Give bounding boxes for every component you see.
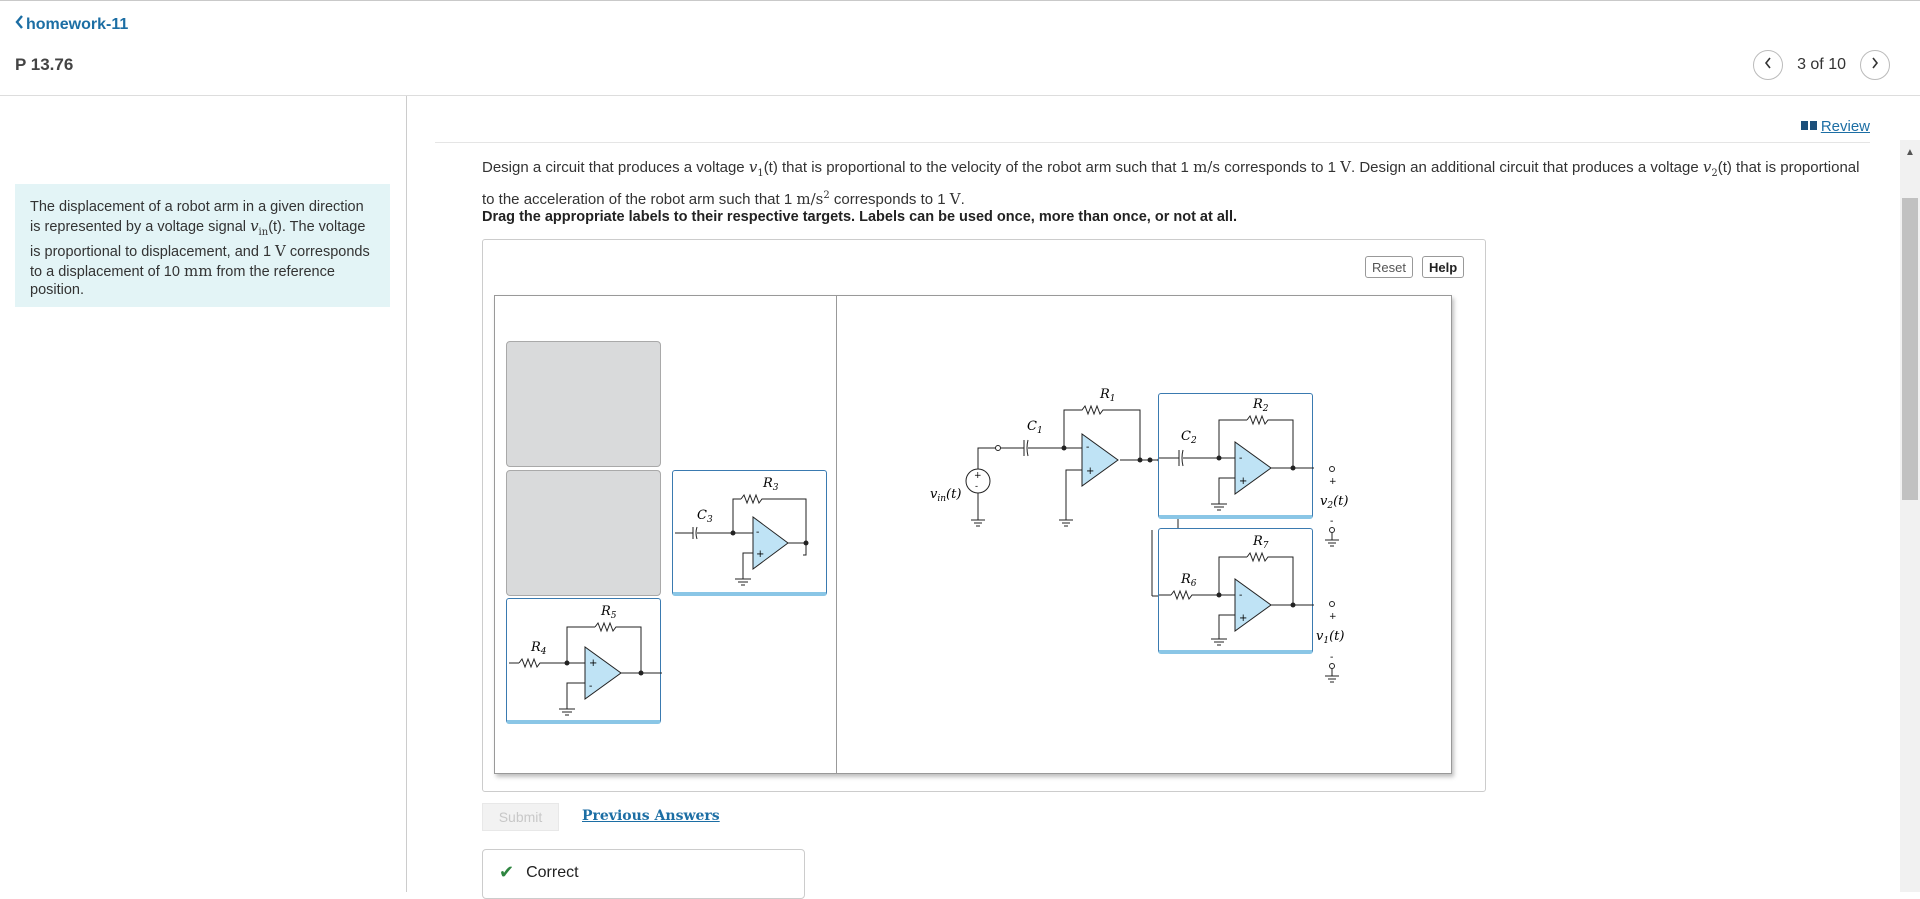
svg-text:-: - bbox=[1086, 442, 1089, 453]
pager: 3 of 10 bbox=[1753, 50, 1890, 80]
problem-intro: The displacement of a robot arm in a giv… bbox=[15, 184, 390, 307]
svg-text:+: + bbox=[1086, 466, 1094, 477]
svg-text:v2(t): v2(t) bbox=[1320, 494, 1348, 511]
submit-button[interactable]: Submit bbox=[482, 803, 559, 831]
book-icon bbox=[1800, 118, 1817, 135]
svg-text:R5: R5 bbox=[600, 604, 617, 621]
svg-text:-: - bbox=[975, 482, 978, 492]
scrollbar[interactable]: ▲ bbox=[1900, 140, 1920, 892]
v-in-symbol: vin bbox=[250, 216, 269, 238]
reset-button[interactable]: Reset bbox=[1365, 256, 1413, 278]
label-differentiator-c3-r3[interactable]: - + R3 C3 bbox=[672, 470, 827, 596]
chevron-right-icon bbox=[1870, 56, 1880, 75]
divider bbox=[435, 142, 1870, 143]
output-terminals: + - v2(t) + - v1(t) bbox=[1151, 466, 1348, 683]
label-inverting-amp-r4-r5[interactable]: + - R5 R4 bbox=[506, 598, 662, 724]
svg-text:R1: R1 bbox=[1099, 387, 1116, 404]
scrollbar-thumb[interactable] bbox=[1902, 198, 1918, 500]
svg-text:+: + bbox=[756, 549, 764, 560]
pager-text: 3 of 10 bbox=[1797, 56, 1846, 73]
chevron-left-icon bbox=[15, 15, 24, 34]
previous-answers-link[interactable]: Previous Answers bbox=[582, 808, 720, 824]
svg-text:-: - bbox=[589, 681, 592, 692]
svg-text:vin(t): vin(t) bbox=[930, 487, 961, 504]
svg-text:-: - bbox=[1330, 516, 1333, 527]
svg-text:R4: R4 bbox=[530, 640, 547, 657]
previous-problem-button[interactable] bbox=[1753, 50, 1784, 80]
next-problem-button[interactable] bbox=[1860, 50, 1890, 80]
chevron-left-icon bbox=[1763, 56, 1773, 75]
scroll-up-icon[interactable]: ▲ bbox=[1900, 140, 1920, 164]
svg-text:+: + bbox=[974, 471, 982, 481]
review-link[interactable]: Review bbox=[1800, 118, 1870, 135]
svg-text:C1: C1 bbox=[1027, 419, 1043, 436]
back-link-label: homework-11 bbox=[26, 15, 129, 33]
instruction-text: Drag the appropriate labels to their res… bbox=[482, 209, 1238, 225]
svg-text:-: - bbox=[756, 527, 759, 538]
svg-text:+: + bbox=[589, 658, 597, 669]
svg-text:-: - bbox=[1330, 652, 1333, 663]
column-divider bbox=[406, 96, 407, 892]
help-button[interactable]: Help bbox=[1422, 256, 1465, 278]
svg-text:v1(t): v1(t) bbox=[1316, 629, 1344, 646]
question-text: Design a circuit that produces a voltage… bbox=[482, 158, 1860, 208]
unit-mm: mm bbox=[183, 261, 213, 280]
unit-volt: V bbox=[275, 242, 286, 260]
review-label: Review bbox=[1820, 118, 1870, 135]
svg-text:+: + bbox=[1329, 612, 1337, 622]
problem-title: P 13.76 bbox=[15, 55, 74, 74]
check-icon: ✔ bbox=[499, 862, 515, 882]
result-text: Correct bbox=[526, 864, 579, 881]
svg-text:C3: C3 bbox=[697, 508, 713, 525]
work-area-divider bbox=[836, 295, 837, 774]
header: homework-11 P 13.76 3 of 10 bbox=[0, 0, 1920, 96]
empty-label-slot bbox=[506, 470, 661, 596]
svg-text:R3: R3 bbox=[762, 476, 779, 493]
back-link[interactable]: homework-11 bbox=[15, 15, 128, 34]
svg-text:+: + bbox=[1329, 477, 1337, 487]
empty-label-slot bbox=[506, 341, 661, 467]
